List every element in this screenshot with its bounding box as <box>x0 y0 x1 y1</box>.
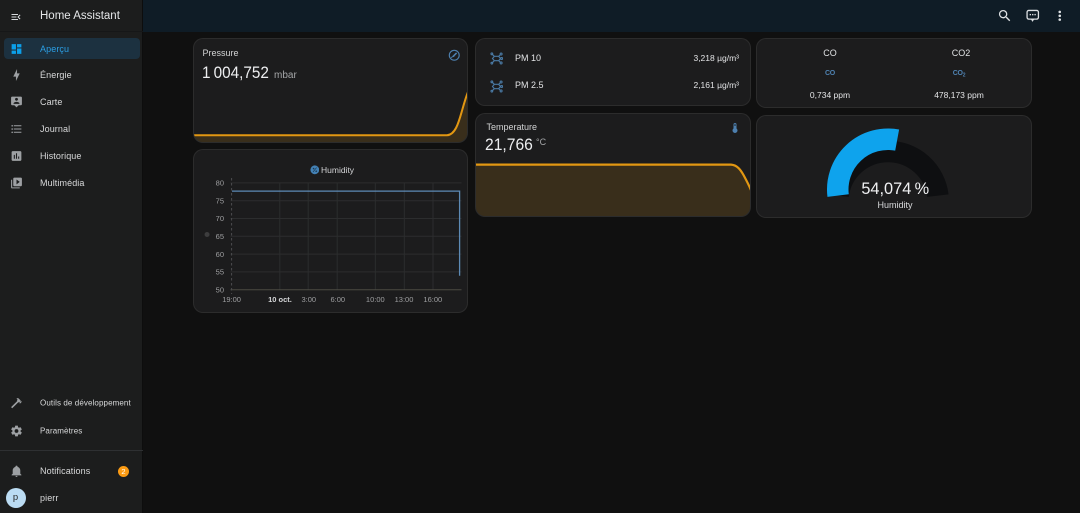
svg-text:16:00: 16:00 <box>423 295 442 304</box>
svg-text:10:00: 10:00 <box>366 295 385 304</box>
svg-text:70: 70 <box>216 214 224 223</box>
svg-text:3:00: 3:00 <box>301 295 316 304</box>
svg-text:60: 60 <box>216 250 224 259</box>
svg-text:19:00: 19:00 <box>222 295 241 304</box>
svg-text:13:00: 13:00 <box>395 295 414 304</box>
svg-text:6:00: 6:00 <box>330 295 345 304</box>
svg-text:55: 55 <box>216 268 224 277</box>
svg-text:80: 80 <box>216 179 224 188</box>
svg-text:10 oct.: 10 oct. <box>268 295 292 304</box>
svg-text:50: 50 <box>216 285 224 294</box>
svg-text:65: 65 <box>216 232 224 241</box>
svg-text:75: 75 <box>216 196 224 205</box>
